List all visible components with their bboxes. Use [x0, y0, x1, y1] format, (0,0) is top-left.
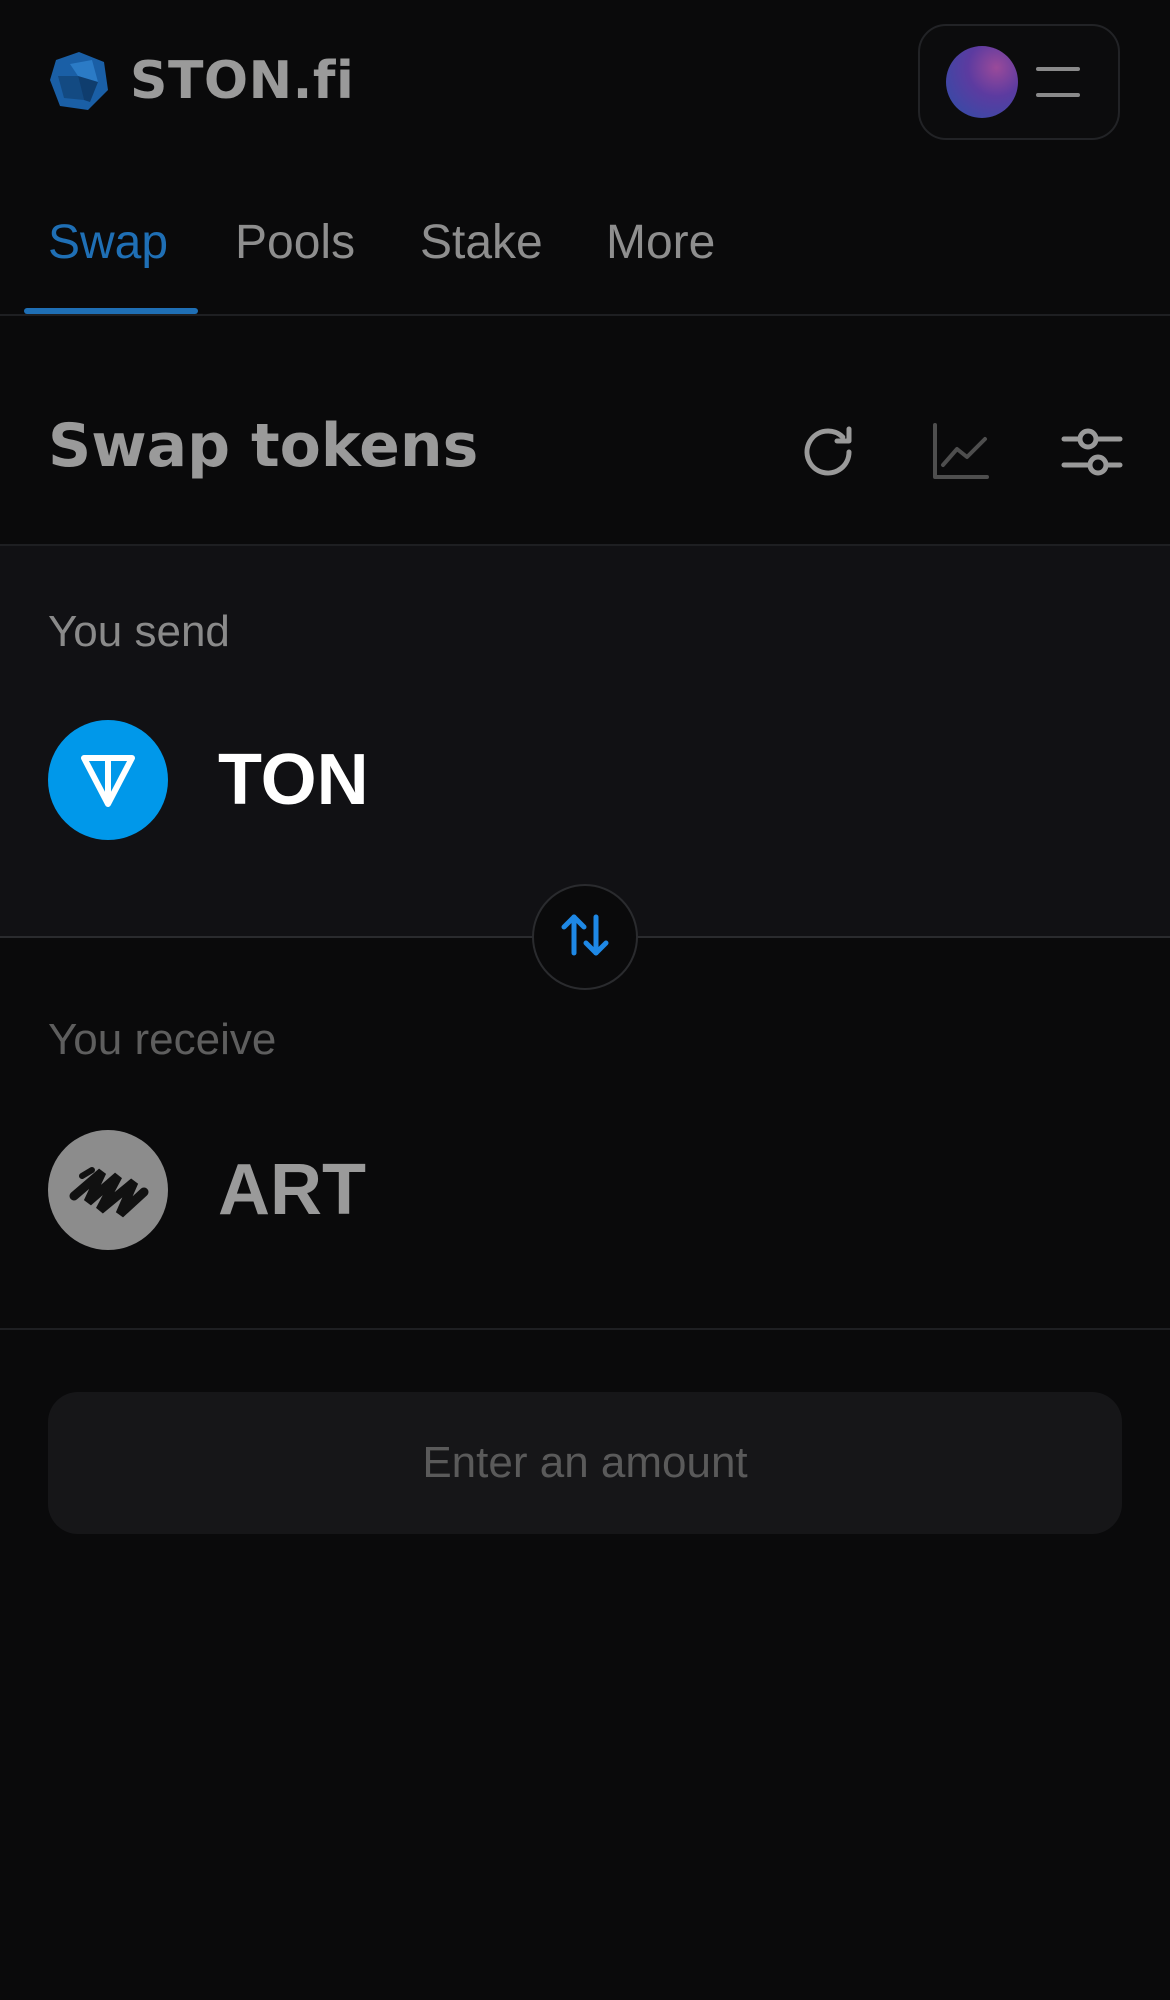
switch-tokens-button[interactable]: [532, 884, 638, 990]
active-tab-indicator: [24, 308, 198, 314]
settings-button[interactable]: [1060, 420, 1124, 484]
settings-sliders-icon: [1060, 421, 1124, 483]
ston-logo-icon: [48, 50, 110, 112]
receive-token-symbol: ART: [218, 1150, 366, 1230]
send-panel: You send TON: [0, 546, 1170, 938]
receive-panel: You receive ART: [0, 938, 1170, 1330]
ton-icon: [48, 720, 168, 840]
chart-button[interactable]: [928, 420, 992, 484]
swap-header: Swap tokens: [0, 316, 1170, 546]
receive-token-selector[interactable]: ART: [48, 1130, 366, 1250]
header: STON.fi: [0, 0, 1170, 170]
account-menu-button[interactable]: [918, 24, 1120, 140]
enter-amount-button[interactable]: Enter an amount: [48, 1392, 1122, 1534]
refresh-icon: [797, 421, 859, 483]
nav-tabs: Swap Pools Stake More: [0, 170, 1170, 316]
chart-icon: [929, 421, 991, 483]
hamburger-icon: [1036, 67, 1080, 97]
swap-arrows-icon: [558, 913, 612, 962]
tab-swap[interactable]: Swap: [48, 170, 168, 314]
send-token-selector[interactable]: TON: [48, 720, 369, 840]
refresh-button[interactable]: [796, 420, 860, 484]
tab-pools[interactable]: Pools: [235, 170, 355, 314]
logo[interactable]: STON.fi: [48, 50, 354, 112]
send-token-symbol: TON: [218, 740, 369, 820]
logo-text: STON.fi: [130, 51, 355, 111]
receive-label: You receive: [48, 1015, 277, 1064]
page-title: Swap tokens: [48, 411, 479, 481]
tab-more[interactable]: More: [606, 170, 715, 314]
tab-stake[interactable]: Stake: [420, 170, 543, 314]
wallet-avatar: [946, 46, 1018, 118]
send-label: You send: [48, 607, 230, 656]
art-icon: [48, 1130, 168, 1250]
